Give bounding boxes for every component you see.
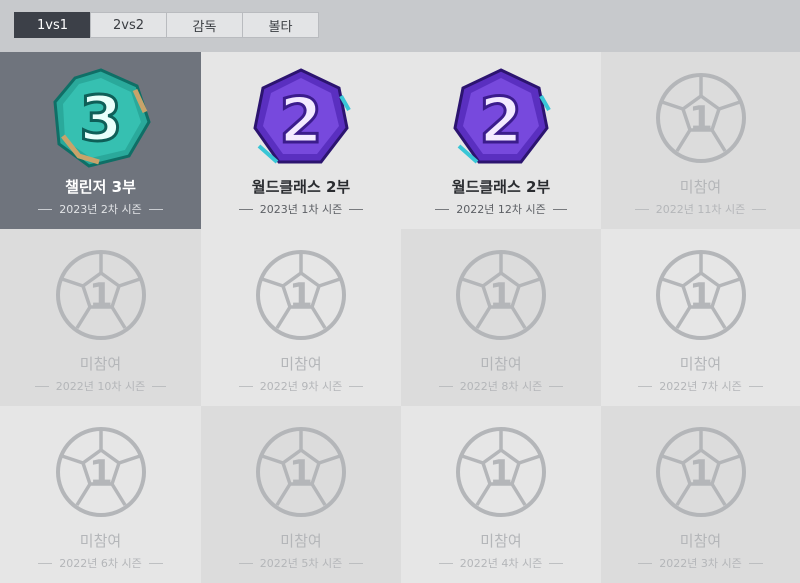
season-label: 2022년 12차 시즌 [428,201,573,217]
tab-volta[interactable]: 볼타 [242,12,319,38]
tab-2vs2[interactable]: 2vs2 [90,12,167,38]
soccer-ball-icon: 1 [249,243,353,347]
badge-rank-number: 3 [79,82,122,155]
season-label: 2022년 5차 시즌 [232,555,370,571]
challenger-badge-icon: 3 [49,66,153,170]
badge-rank-number: 1 [89,276,113,316]
division-name: 미참여 [280,355,322,373]
soccer-ball-icon: 1 [649,420,753,524]
season-card[interactable]: 1 미참여 2022년 11차 시즌 [601,52,800,229]
division-name: 미참여 [679,355,722,373]
badge-rank-number: 1 [289,276,313,316]
soccer-ball-icon: 1 [449,243,553,347]
badge-rank-number: 1 [689,276,713,316]
world-class-badge-icon: 2 [449,66,553,170]
division-name: 미참여 [79,355,122,373]
season-label: 2022년 7차 시즌 [631,378,769,394]
badge-rank-number: 1 [689,453,713,493]
soccer-ball-icon: 1 [449,420,553,524]
mode-tab-bar: 1vs1 2vs2 감독 볼타 [0,0,800,52]
season-card[interactable]: 1 미참여 2022년 4차 시즌 [401,406,601,583]
badge-rank-number: 1 [489,276,513,316]
badge-rank-number: 1 [89,453,113,493]
season-record-grid: 3 챌린저 3부 2023년 2차 시즌 2 월드클래스 2부 2023년 1차… [0,52,800,583]
soccer-ball-icon: 1 [649,66,753,170]
soccer-ball-icon: 1 [49,243,153,347]
season-card[interactable]: 1 미참여 2022년 8차 시즌 [401,229,601,406]
season-card[interactable]: 2 월드클래스 2부 2023년 1차 시즌 [201,52,401,229]
season-card[interactable]: 3 챌린저 3부 2023년 2차 시즌 [0,52,201,229]
season-card[interactable]: 1 미참여 2022년 6차 시즌 [0,406,201,583]
badge-rank-number: 1 [489,453,513,493]
badge-rank-number: 1 [689,99,713,139]
division-name: 미참여 [679,178,722,196]
season-label: 2023년 1차 시즌 [232,201,370,217]
badge-rank-number: 2 [279,84,322,157]
season-card[interactable]: 1 미참여 2022년 5차 시즌 [201,406,401,583]
season-card[interactable]: 1 미참여 2022년 3차 시즌 [601,406,800,583]
division-name: 월드클래스 2부 [251,178,351,196]
tab-1vs1[interactable]: 1vs1 [14,12,91,38]
division-name: 미참여 [679,532,722,550]
division-name: 미참여 [280,532,322,550]
season-label: 2022년 11차 시즌 [628,201,773,217]
season-label: 2023년 2차 시즌 [31,201,169,217]
soccer-ball-icon: 1 [649,243,753,347]
soccer-ball-icon: 1 [249,420,353,524]
season-card[interactable]: 1 미참여 2022년 10차 시즌 [0,229,201,406]
season-label: 2022년 4차 시즌 [432,555,570,571]
division-name: 월드클래스 2부 [451,178,551,196]
division-name: 미참여 [79,532,122,550]
season-label: 2022년 8차 시즌 [432,378,570,394]
season-label: 2022년 9차 시즌 [232,378,370,394]
badge-rank-number: 2 [479,84,522,157]
division-name: 미참여 [480,532,522,550]
division-name: 미참여 [480,355,522,373]
tab-manager[interactable]: 감독 [166,12,243,38]
season-label: 2022년 3차 시즌 [631,555,769,571]
soccer-ball-icon: 1 [49,420,153,524]
season-label: 2022년 6차 시즌 [31,555,169,571]
season-card[interactable]: 2 월드클래스 2부 2022년 12차 시즌 [401,52,601,229]
season-card[interactable]: 1 미참여 2022년 7차 시즌 [601,229,800,406]
season-card[interactable]: 1 미참여 2022년 9차 시즌 [201,229,401,406]
season-label: 2022년 10차 시즌 [28,378,173,394]
mode-tabs: 1vs1 2vs2 감독 볼타 [14,12,319,38]
division-name: 챌린저 3부 [65,178,136,196]
badge-rank-number: 1 [289,453,313,493]
world-class-badge-icon: 2 [249,66,353,170]
